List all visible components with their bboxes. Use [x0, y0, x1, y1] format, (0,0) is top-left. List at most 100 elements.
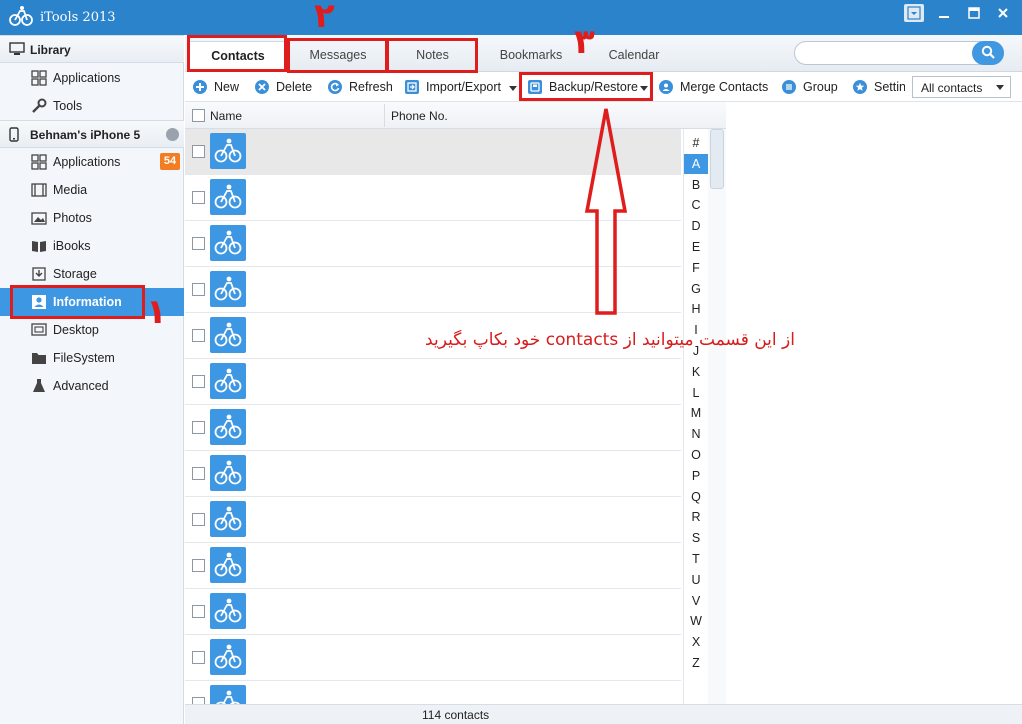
- sidebar-item-storage[interactable]: Storage: [0, 260, 184, 288]
- alphabet-letter[interactable]: T: [684, 549, 708, 569]
- alphabet-letter[interactable]: D: [684, 216, 708, 236]
- search-input[interactable]: [803, 45, 968, 61]
- alphabet-letter[interactable]: Q: [684, 487, 708, 507]
- sidebar-item-label: iBooks: [53, 239, 91, 253]
- avatar: [210, 639, 246, 675]
- avatar: [210, 133, 246, 169]
- column-divider[interactable]: [384, 104, 385, 127]
- sidebar-header-library[interactable]: Library: [0, 35, 184, 63]
- sidebar-item-filesystem[interactable]: FileSystem: [0, 344, 184, 372]
- sidebar-header-label: Library: [30, 43, 71, 57]
- table-row[interactable]: [185, 451, 681, 497]
- eject-icon[interactable]: [166, 128, 179, 141]
- row-checkbox[interactable]: [192, 697, 205, 704]
- row-checkbox[interactable]: [192, 375, 205, 388]
- sidebar-item-advanced[interactable]: Advanced: [0, 372, 184, 400]
- sidebar-item-tools[interactable]: Tools: [0, 92, 184, 120]
- table-row[interactable]: [185, 543, 681, 589]
- alphabet-letter[interactable]: B: [684, 175, 708, 195]
- toolbar-label: Import/Export: [426, 80, 502, 94]
- table-row[interactable]: [185, 359, 681, 405]
- alphabet-letter[interactable]: C: [684, 195, 708, 215]
- row-checkbox[interactable]: [192, 605, 205, 618]
- alphabet-letter[interactable]: Z: [684, 653, 708, 673]
- select-all-checkbox[interactable]: [192, 109, 205, 122]
- table-row[interactable]: [185, 497, 681, 543]
- sidebar-header-device[interactable]: Behnam's iPhone 5: [0, 120, 184, 148]
- search-button[interactable]: [972, 41, 1004, 65]
- alphabet-letter[interactable]: E: [684, 237, 708, 257]
- alphabet-letter[interactable]: P: [684, 466, 708, 486]
- delete-button[interactable]: Delete: [255, 77, 315, 97]
- merge-contacts-button[interactable]: Merge Contacts: [659, 77, 769, 97]
- avatar: [210, 317, 246, 353]
- tab-calendar[interactable]: Calendar: [590, 41, 678, 72]
- minimize-icon: [939, 16, 949, 18]
- minimize-button[interactable]: [934, 4, 954, 22]
- alphabet-letter[interactable]: L: [684, 383, 708, 403]
- row-checkbox[interactable]: [192, 467, 205, 480]
- sidebar-item-library-applications[interactable]: Applications: [0, 64, 184, 92]
- contact-avatar-icon: [214, 230, 242, 255]
- contact-filter-dropdown[interactable]: All contacts: [912, 76, 1011, 98]
- annotation-box-backup-restore: [519, 72, 653, 101]
- annotation-box-notes-tab: [386, 38, 478, 73]
- row-checkbox[interactable]: [192, 421, 205, 434]
- row-checkbox[interactable]: [192, 651, 205, 664]
- scrollbar[interactable]: [708, 129, 726, 704]
- alphabet-letter[interactable]: H: [684, 299, 708, 319]
- maximize-button[interactable]: [964, 4, 984, 22]
- sidebar-item-photos[interactable]: Photos: [0, 204, 184, 232]
- table-row[interactable]: [185, 635, 681, 681]
- settings-button[interactable]: Settin: [853, 77, 905, 97]
- row-checkbox[interactable]: [192, 329, 205, 342]
- tab-bookmarks[interactable]: Bookmarks: [485, 41, 577, 72]
- column-header-phone[interactable]: Phone No.: [391, 109, 448, 123]
- table-row[interactable]: [185, 681, 681, 704]
- sidebar-item-device-applications[interactable]: Applications 54: [0, 148, 184, 176]
- storage-icon: [32, 267, 46, 281]
- sidebar-item-ibooks[interactable]: iBooks: [0, 232, 184, 260]
- refresh-button[interactable]: Refresh: [328, 77, 394, 97]
- alphabet-letter[interactable]: V: [684, 591, 708, 611]
- menu-button[interactable]: [904, 4, 924, 22]
- alphabet-letter[interactable]: K: [684, 362, 708, 382]
- scrollbar-thumb[interactable]: [710, 129, 724, 189]
- table-row[interactable]: [185, 589, 681, 635]
- column-header-name[interactable]: Name: [210, 109, 242, 123]
- settings-star-icon: [853, 80, 867, 94]
- alphabet-letter[interactable]: O: [684, 445, 708, 465]
- new-button[interactable]: New: [193, 77, 243, 97]
- row-checkbox[interactable]: [192, 283, 205, 296]
- group-button[interactable]: Group: [782, 77, 840, 97]
- alphabet-letter[interactable]: U: [684, 570, 708, 590]
- import-export-button[interactable]: Import/Export: [405, 77, 519, 97]
- alphabet-letter[interactable]: G: [684, 279, 708, 299]
- close-button[interactable]: [993, 4, 1013, 22]
- alphabet-letter[interactable]: #: [684, 133, 708, 153]
- sidebar-item-media[interactable]: Media: [0, 176, 184, 204]
- alphabet-letter[interactable]: X: [684, 632, 708, 652]
- row-checkbox[interactable]: [192, 145, 205, 158]
- table-row[interactable]: [185, 405, 681, 451]
- sidebar-item-label: Media: [53, 183, 88, 197]
- row-checkbox[interactable]: [192, 559, 205, 572]
- row-checkbox[interactable]: [192, 513, 205, 526]
- avatar: [210, 271, 246, 307]
- row-checkbox[interactable]: [192, 237, 205, 250]
- alphabet-letter[interactable]: A: [684, 153, 708, 174]
- alphabet-letter[interactable]: M: [684, 403, 708, 423]
- dropdown-selected-value: All contacts: [921, 81, 983, 95]
- annotation-note: از این قسمت میتوانید از contacts خود بکا…: [425, 330, 795, 350]
- alphabet-letter[interactable]: F: [684, 258, 708, 278]
- contact-avatar-icon: [214, 552, 242, 577]
- row-checkbox[interactable]: [192, 191, 205, 204]
- alphabet-letter[interactable]: R: [684, 507, 708, 527]
- monitor-icon: [9, 42, 25, 55]
- avatar: [210, 225, 246, 261]
- alphabet-letter[interactable]: S: [684, 528, 708, 548]
- alphabet-letter[interactable]: W: [684, 611, 708, 631]
- alphabet-letter[interactable]: N: [684, 424, 708, 444]
- toolbar-label: Group: [803, 80, 838, 94]
- sidebar-header-label: Behnam's iPhone 5: [30, 128, 141, 142]
